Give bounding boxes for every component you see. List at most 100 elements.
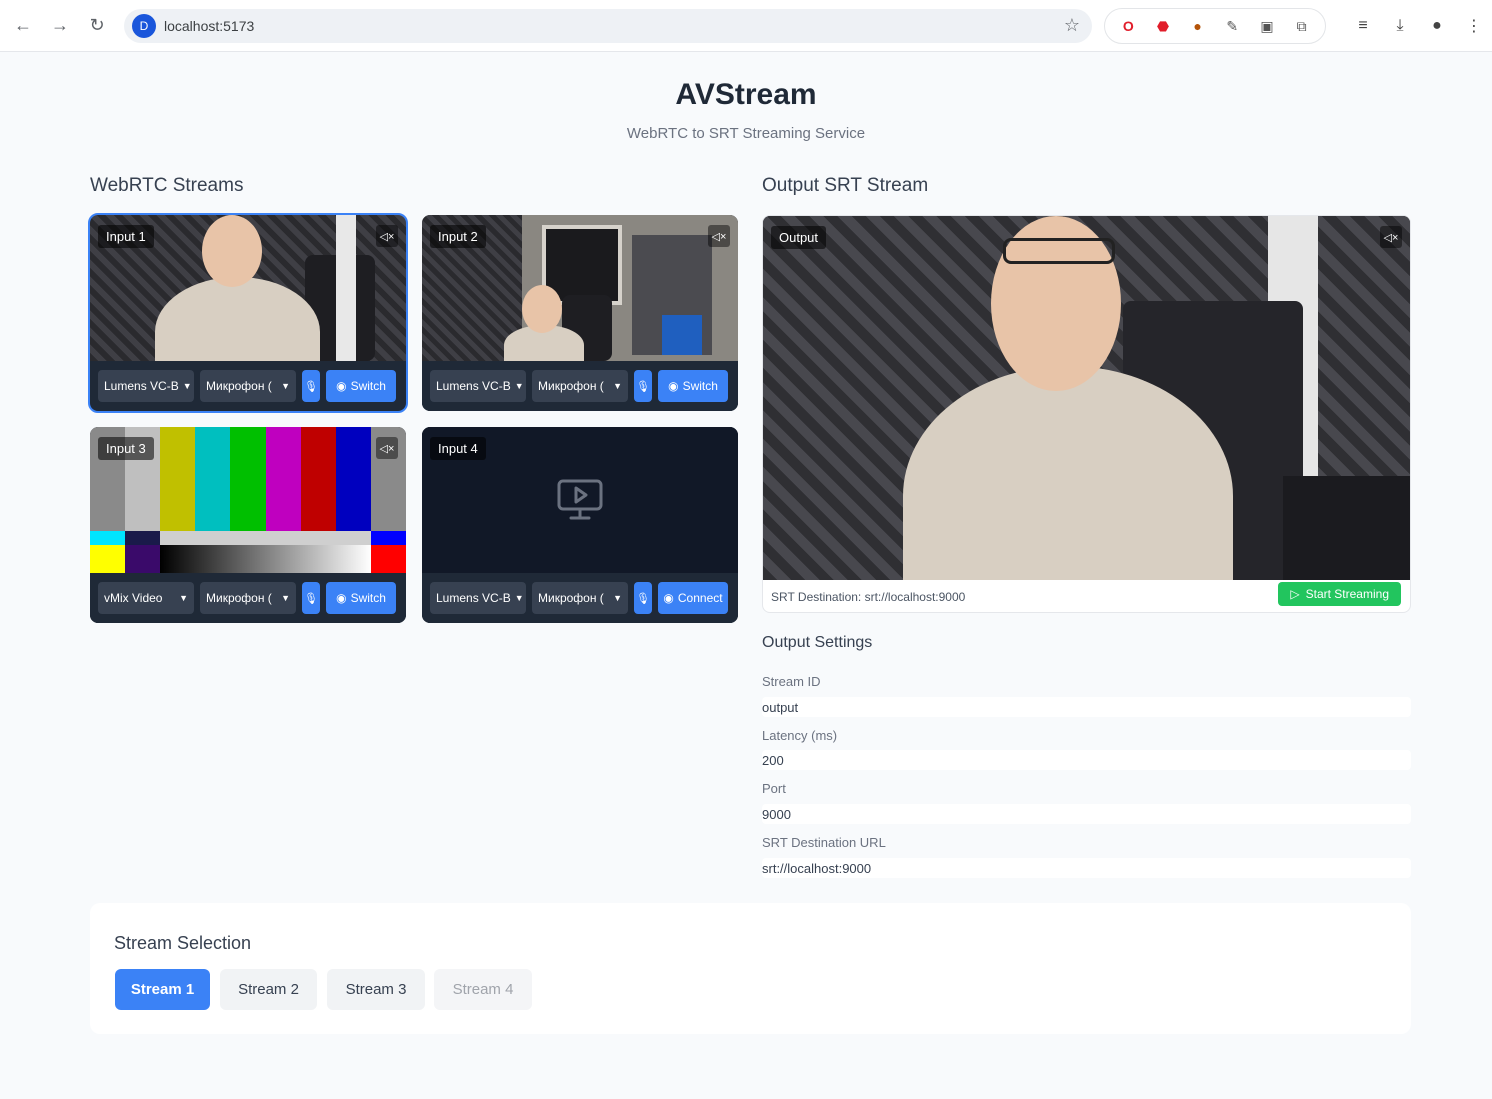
stream-3-button[interactable]: Stream 3 [327,969,425,1010]
microphone-icon[interactable]: 🎙 [302,582,320,614]
switch-button[interactable]: ◉ Switch [326,370,396,402]
input-2-controls: Lumens VC-B ▼ Микрофон (▼ 🎙 ◉ Switch [422,361,738,411]
chevron-down-icon: ▼ [182,381,192,391]
video-source-value: vMix Video [104,591,163,605]
input-3-controls: vMix Video ▼ Микрофон ( ▼ 🎙 ◉ Switch [90,573,406,623]
microphone-icon[interactable]: 🎙 [634,370,652,402]
video-source-select[interactable]: Lumens VC-B ▼ [430,370,526,402]
output-video [763,216,1410,580]
input-1-controls: Lumens VC-B ▼ Микрофон (▼ 🎙 ◉ Switch [90,361,406,411]
start-streaming-button[interactable]: ▷ Start Streaming [1278,582,1401,606]
latency-label: Latency (ms) [762,728,838,743]
stream-2-button[interactable]: Stream 2 [220,969,317,1010]
opera-extension-icon[interactable]: O [1117,15,1139,37]
muted-speaker-icon[interactable]: ◁× [376,437,398,459]
video-source-value: Lumens VC-B [104,379,179,393]
muted-speaker-icon[interactable]: ◁× [1380,226,1402,248]
srt-url-label: SRT Destination URL [762,835,886,850]
stream-1-button[interactable]: Stream 1 [115,969,210,1010]
reading-list-icon[interactable]: ≡ [1350,13,1376,39]
monitor-play-icon [557,479,603,520]
profile-avatar-icon[interactable]: ● [1424,13,1450,39]
latency-input[interactable]: 200 [762,750,1411,770]
audio-source-select[interactable]: Микрофон ( ▼ [200,370,296,402]
start-streaming-label: Start Streaming [1305,587,1389,601]
video-source-select[interactable]: vMix Video ▼ [98,582,194,614]
stream-4-button: Stream 4 [434,969,532,1010]
camera-icon: ◉ [668,379,679,393]
video-source-select[interactable]: Lumens VC-B ▼ [98,370,194,402]
muted-speaker-icon[interactable]: ◁× [376,225,398,247]
extension-photo-icon[interactable]: ▣ [1256,15,1278,37]
microphone-icon[interactable]: 🎙 [302,370,320,402]
stream-id-label: Stream ID [762,674,821,689]
input-1-label: Input 1 [98,225,154,248]
webrtc-section-title: WebRTC Streams [90,175,244,196]
extensions-group: O ⬣ ● ✎ ▣ ⧉ [1104,8,1326,44]
switch-button-label: Switch [682,379,718,393]
port-input[interactable]: 9000 [762,804,1411,824]
adblock-extension-icon[interactable]: ⬣ [1152,15,1174,37]
audio-source-select[interactable]: Микрофон ( ▼ [532,582,628,614]
connect-button[interactable]: ◉ Connect [658,582,728,614]
download-icon[interactable]: ⤓ [1387,13,1413,39]
url-text[interactable]: localhost:5173 [164,18,254,34]
audio-source-select[interactable]: Микрофон ( ▼ [200,582,296,614]
port-label: Port [762,781,786,796]
chevron-down-icon: ▼ [281,381,290,391]
stream-tile-input-1[interactable]: Input 1 ◁× Lumens VC-B ▼ Микрофон (▼ 🎙 ◉ S… [88,213,408,413]
switch-button-label: Switch [350,379,386,393]
input-3-label: Input 3 [98,437,154,460]
menu-kebab-icon[interactable]: ⋮ [1461,13,1487,39]
output-card: Output ◁× SRT Destination: srt://localho… [762,215,1411,613]
forward-icon[interactable]: → [47,12,73,38]
address-bar[interactable]: D localhost:5173 ☆ [124,9,1092,43]
play-icon: ▷ [1290,587,1300,601]
chevron-down-icon: ▼ [281,593,290,603]
output-settings-title: Output Settings [762,634,873,651]
video-source-value: Lumens VC-B [436,379,511,393]
input-4-label: Input 4 [430,437,486,460]
switch-button[interactable]: ◉ Switch [658,370,728,402]
input-2-label: Input 2 [430,225,486,248]
extensions-puzzle-icon[interactable]: ⧉ [1291,15,1313,37]
chevron-down-icon: ▼ [613,381,622,391]
stream-id-input[interactable]: output [762,697,1411,717]
audio-source-value: Микрофон ( [206,591,272,605]
switch-button-label: Switch [350,591,386,605]
audio-source-value: Микрофон ( [538,591,604,605]
input-4-controls: Lumens VC-B ▼ Микрофон (▼ 🎙 ◉ Connect [422,573,738,623]
stream-tile-input-4[interactable]: Input 4 Lumens VC-B ▼ Микрофон (▼ 🎙 ◉ Conn… [422,427,738,623]
stream-selection-title: Stream Selection [114,933,252,953]
camera-icon: ◉ [336,591,347,605]
stream-selection-card: Stream Selection Stream 1 Stream 2 Strea… [90,903,1411,1034]
stream-tile-input-3[interactable]: Input 3 ◁× vMix Video ▼ Микрофон ( ▼ 🎙 ◉ Sw… [90,427,406,623]
audio-source-value: Микрофон ( [206,379,272,393]
video-source-value: Lumens VC-B [436,591,511,605]
output-video-label: Output [771,226,827,249]
srt-url-input[interactable]: srt://localhost:9000 [762,858,1411,878]
extension-avatar-icon[interactable]: ● [1187,15,1209,37]
chevron-down-icon: ▼ [514,381,524,391]
connect-button-label: Connect [677,591,723,605]
chevron-down-icon: ▼ [179,593,188,603]
reload-icon[interactable]: ↻ [84,12,110,38]
audio-source-value: Микрофон ( [538,379,604,393]
microphone-icon[interactable]: 🎙 [634,582,652,614]
bookmark-star-icon[interactable]: ☆ [1064,15,1080,36]
srt-destination-text: SRT Destination: srt://localhost:9000 [771,590,966,604]
camera-icon: ◉ [663,591,674,605]
extension-puzzle-piece-icon[interactable]: ✎ [1221,15,1243,37]
back-icon[interactable]: ← [10,12,36,38]
video-source-select[interactable]: Lumens VC-B ▼ [430,582,526,614]
switch-button[interactable]: ◉ Switch [326,582,396,614]
output-section-title: Output SRT Stream [762,175,929,196]
browser-toolbar: ← → ↻ D localhost:5173 ☆ O ⬣ ● ✎ ▣ ⧉ ≡ ⤓… [0,0,1492,52]
chevron-down-icon: ▼ [514,593,524,603]
muted-speaker-icon[interactable]: ◁× [708,225,730,247]
audio-source-select[interactable]: Микрофон ( ▼ [532,370,628,402]
stream-tile-input-2[interactable]: Input 2 ◁× Lumens VC-B ▼ Микрофон (▼ 🎙 ◉ S… [422,215,738,411]
app-subtitle: WebRTC to SRT Streaming Service [626,125,866,142]
site-icon: D [132,14,156,38]
chevron-down-icon: ▼ [613,593,622,603]
